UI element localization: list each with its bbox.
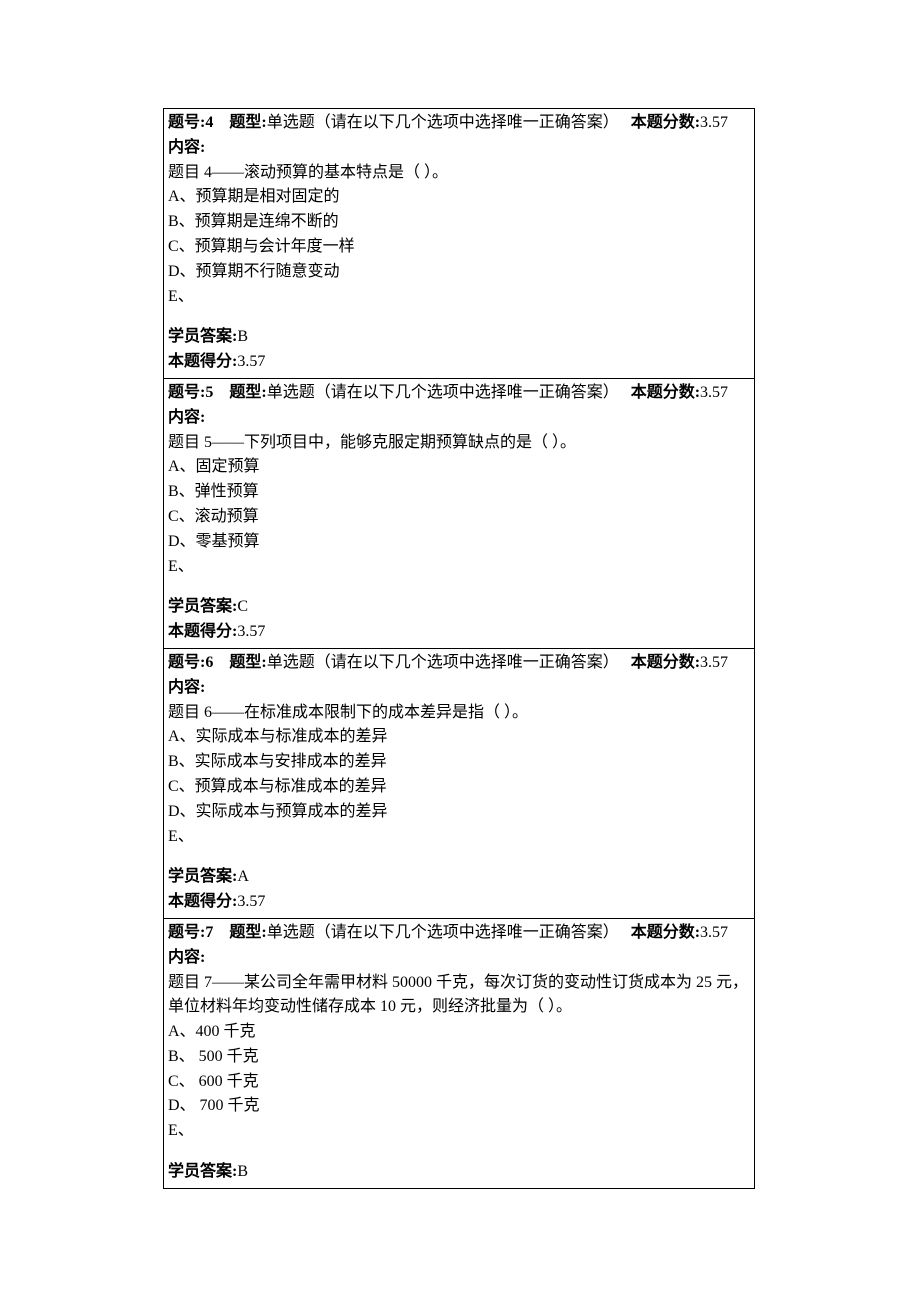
answer-value: B (237, 328, 248, 345)
qnum-label: 题号: (168, 114, 205, 131)
qtype-label: 题型: (229, 384, 266, 401)
option-e: E、 (168, 1119, 750, 1144)
qnum-value: 4 (205, 114, 213, 131)
qtype-value: 单选题（请在以下几个选项中选择唯一正确答案） (267, 114, 619, 131)
option-e: E、 (168, 825, 750, 850)
question-stem: 题目 6——在标准成本限制下的成本差异是指（ ）。 (168, 701, 750, 726)
qnum-value: 7 (205, 924, 213, 941)
earned-label: 本题得分: (168, 353, 237, 370)
table-row: 题号:7 题型:单选题（请在以下几个选项中选择唯一正确答案） 本题分数:3.57… (164, 918, 755, 1188)
score-value: 3.57 (700, 384, 728, 401)
content-label: 内容: (168, 946, 750, 971)
earned-value: 3.57 (237, 893, 265, 910)
content-label: 内容: (168, 676, 750, 701)
spacer (168, 309, 750, 325)
option-b: B、实际成本与安排成本的差异 (168, 750, 750, 775)
table-row: 题号:6 题型:单选题（请在以下几个选项中选择唯一正确答案） 本题分数:3.57… (164, 648, 755, 918)
spacer (168, 579, 750, 595)
score-value: 3.57 (700, 654, 728, 671)
option-c: C、预算成本与标准成本的差异 (168, 775, 750, 800)
questions-table: 题号:4 题型:单选题（请在以下几个选项中选择唯一正确答案） 本题分数:3.57… (163, 108, 755, 1189)
question-stem: 题目 5——下列项目中，能够克服定期预算缺点的是（ ）。 (168, 431, 750, 456)
option-d: D、零基预算 (168, 530, 750, 555)
option-c: C、预算期与会计年度一样 (168, 235, 750, 260)
table-row: 题号:5 题型:单选题（请在以下几个选项中选择唯一正确答案） 本题分数:3.57… (164, 378, 755, 648)
option-d: D、实际成本与预算成本的差异 (168, 800, 750, 825)
qnum-value: 5 (205, 384, 213, 401)
earned-label: 本题得分: (168, 623, 237, 640)
option-d: D、预算期不行随意变动 (168, 260, 750, 285)
earned-label: 本题得分: (168, 893, 237, 910)
content-label: 内容: (168, 136, 750, 161)
option-a: A、预算期是相对固定的 (168, 185, 750, 210)
spacer (168, 849, 750, 865)
option-b: B、弹性预算 (168, 480, 750, 505)
qnum-label: 题号: (168, 924, 205, 941)
answer-value: A (237, 868, 249, 885)
page: 题号:4 题型:单选题（请在以下几个选项中选择唯一正确答案） 本题分数:3.57… (0, 0, 920, 1249)
qtype-value: 单选题（请在以下几个选项中选择唯一正确答案） (267, 384, 619, 401)
option-a: A、400 千克 (168, 1020, 750, 1045)
question-stem: 题目 7——某公司全年需甲材料 50000 千克，每次订货的变动性订货成本为 2… (168, 971, 750, 1021)
option-e: E、 (168, 285, 750, 310)
qtype-label: 题型: (229, 654, 266, 671)
qtype-label: 题型: (229, 924, 266, 941)
option-e: E、 (168, 555, 750, 580)
score-label: 本题分数: (631, 114, 700, 131)
table-row: 题号:4 题型:单选题（请在以下几个选项中选择唯一正确答案） 本题分数:3.57… (164, 109, 755, 379)
qnum-label: 题号: (168, 654, 205, 671)
qnum-label: 题号: (168, 384, 205, 401)
spacer (168, 1144, 750, 1160)
qtype-label: 题型: (229, 114, 266, 131)
answer-value: C (237, 598, 248, 615)
answer-label: 学员答案: (168, 328, 237, 345)
answer-label: 学员答案: (168, 598, 237, 615)
earned-value: 3.57 (237, 353, 265, 370)
score-label: 本题分数: (631, 384, 700, 401)
option-a: A、实际成本与标准成本的差异 (168, 725, 750, 750)
option-a: A、固定预算 (168, 455, 750, 480)
answer-value: B (237, 1163, 248, 1180)
answer-label: 学员答案: (168, 1163, 237, 1180)
qtype-value: 单选题（请在以下几个选项中选择唯一正确答案） (267, 924, 619, 941)
earned-value: 3.57 (237, 623, 265, 640)
score-value: 3.57 (700, 114, 728, 131)
option-b: B、 500 千克 (168, 1045, 750, 1070)
qtype-value: 单选题（请在以下几个选项中选择唯一正确答案） (267, 654, 619, 671)
option-c: C、 600 千克 (168, 1070, 750, 1095)
option-c: C、滚动预算 (168, 505, 750, 530)
option-d: D、 700 千克 (168, 1094, 750, 1119)
score-label: 本题分数: (631, 654, 700, 671)
content-label: 内容: (168, 406, 750, 431)
score-value: 3.57 (700, 924, 728, 941)
score-label: 本题分数: (631, 924, 700, 941)
option-b: B、预算期是连绵不断的 (168, 210, 750, 235)
question-stem: 题目 4——滚动预算的基本特点是（ ）。 (168, 161, 750, 186)
answer-label: 学员答案: (168, 868, 237, 885)
qnum-value: 6 (205, 654, 213, 671)
